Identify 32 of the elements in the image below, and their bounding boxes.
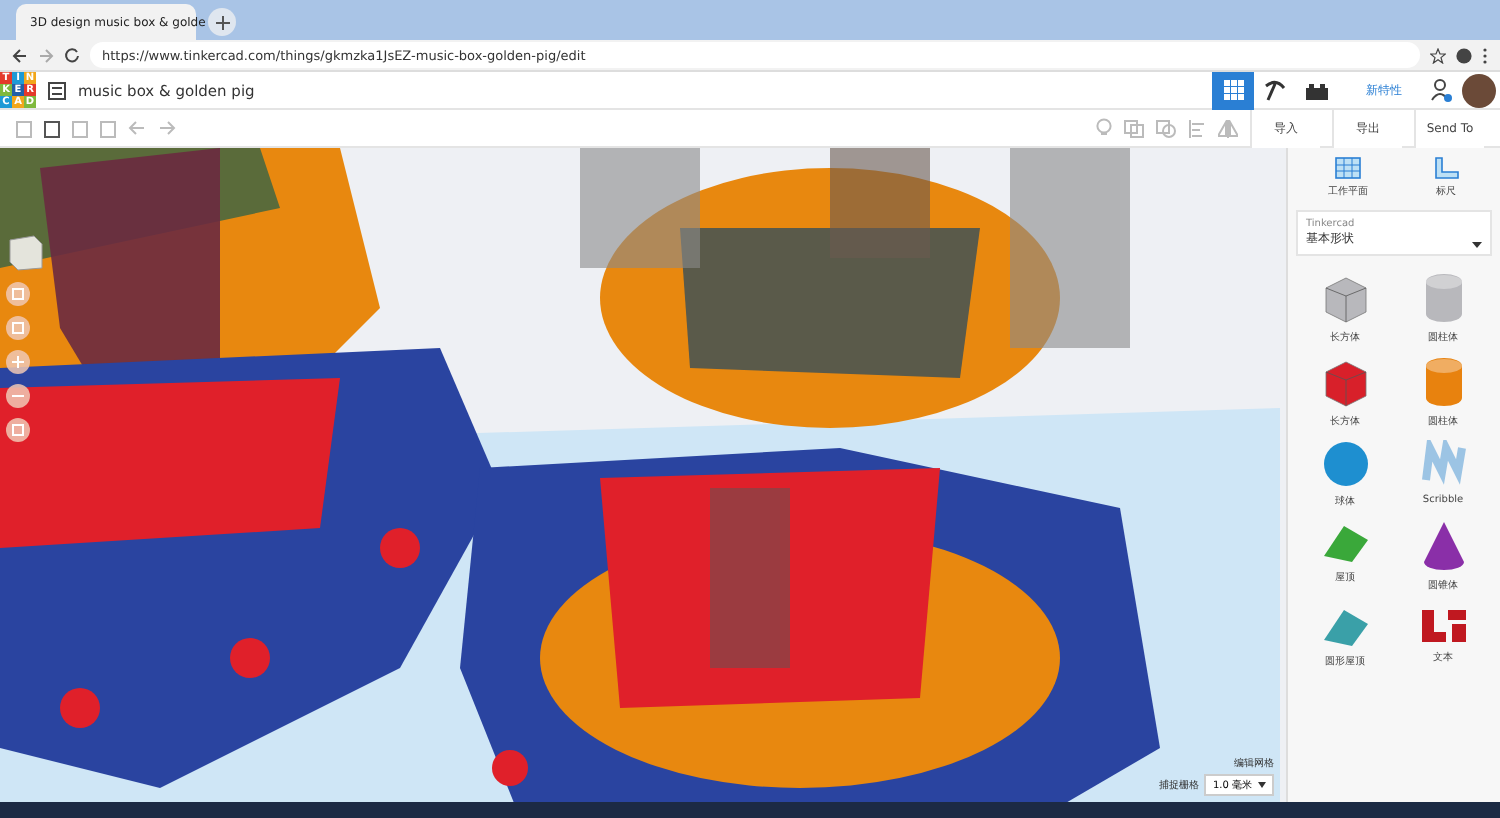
roof-shape-icon	[1319, 520, 1371, 564]
back-arrow-icon[interactable]	[12, 47, 28, 63]
plus-icon	[12, 356, 24, 368]
paste-icon[interactable]	[44, 119, 60, 137]
roof-shape-icon	[1319, 604, 1371, 648]
text-shape-icon	[1417, 604, 1469, 644]
dropdown-caret-icon	[1472, 242, 1482, 248]
brick-icon	[1306, 81, 1328, 99]
cylinder-shape-icon	[1421, 272, 1465, 324]
grid-icon	[1223, 80, 1243, 100]
menu-icon[interactable]	[1482, 47, 1488, 63]
view-cube-icon[interactable]	[6, 232, 46, 272]
plus-icon	[215, 15, 229, 29]
cube-shape-icon	[1319, 356, 1371, 408]
sphere-shape-icon	[1321, 440, 1369, 488]
star-icon[interactable]	[1430, 47, 1446, 63]
cone-shape-icon	[1421, 520, 1465, 572]
user-add-icon[interactable]	[1430, 78, 1452, 102]
new-tab-button[interactable]	[208, 8, 236, 36]
dropdown-caret-icon	[1258, 782, 1266, 788]
scribble-shape-icon	[1419, 440, 1467, 488]
reload-icon[interactable]	[64, 47, 80, 63]
account-icon[interactable]	[1456, 47, 1472, 63]
user-avatar[interactable]	[1462, 73, 1496, 107]
cube-shape-icon	[1319, 272, 1371, 324]
list-icon[interactable]	[48, 81, 66, 99]
ruler-icon	[1432, 156, 1460, 180]
3d-view-button[interactable]	[1212, 71, 1254, 109]
cylinder-shape-icon	[1421, 356, 1465, 408]
pickaxe-icon	[1264, 79, 1286, 101]
minus-icon	[12, 390, 24, 402]
grid-icon	[1334, 156, 1362, 180]
